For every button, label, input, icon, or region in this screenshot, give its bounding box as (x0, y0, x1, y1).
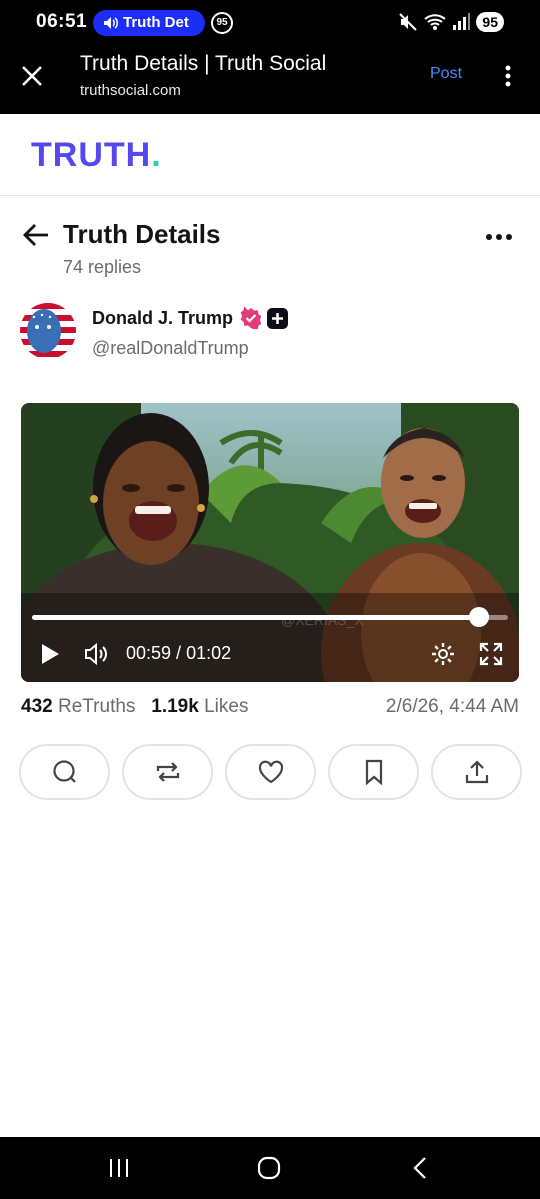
back-arrow-icon[interactable] (22, 222, 50, 248)
call-pill-label: Truth Det (123, 14, 189, 31)
post-stats: 432 ReTruths 1.19k Likes (21, 696, 248, 718)
speaker-icon (104, 17, 118, 29)
browser-page-title: Truth Details | Truth Social (80, 52, 327, 75)
logo-dot: . (151, 136, 162, 174)
likes-count[interactable]: 1.19k (151, 696, 199, 717)
share-icon (465, 760, 488, 784)
retruth-icon (156, 762, 179, 782)
video-duration: 01:02 (186, 643, 232, 663)
volume-icon[interactable] (84, 642, 110, 666)
nav-back-icon[interactable] (410, 1156, 430, 1180)
truth-plus-badge-icon (267, 308, 288, 329)
notification-badge: 95 (211, 12, 233, 34)
close-icon[interactable] (20, 64, 44, 88)
video-current-time: 00:59 (126, 643, 172, 663)
video-frame: @XERIAS_X (21, 403, 519, 682)
author-handle[interactable]: @realDonaldTrump (92, 338, 249, 359)
likes-label[interactable]: Likes (204, 696, 248, 717)
site-header: TRUTH. (0, 114, 540, 196)
signal-icon (453, 13, 471, 30)
status-bar: 06:51 Truth Det 95 95 (0, 0, 540, 44)
logo-text: TRUTH (31, 136, 152, 174)
system-nav-bar (0, 1137, 540, 1199)
custom-tab-toolbar: Truth Details | Truth Social truthsocial… (0, 44, 540, 114)
bookmark-icon (365, 759, 382, 785)
truth-logo[interactable]: TRUTH. (31, 136, 162, 175)
overflow-menu-icon[interactable] (500, 64, 516, 88)
fullscreen-icon[interactable] (479, 642, 503, 666)
post-timestamp: 2/6/26, 4:44 AM (385, 696, 519, 717)
status-time: 06:51 (36, 11, 88, 32)
page-title: Truth Details (63, 219, 221, 249)
wifi-icon (424, 14, 447, 30)
share-button[interactable] (431, 744, 522, 800)
retruths-label[interactable]: ReTruths (58, 696, 135, 717)
like-button[interactable] (225, 744, 316, 800)
reply-icon (52, 760, 76, 783)
video-seek-bar[interactable] (32, 607, 508, 627)
seek-bar-fill (32, 615, 480, 620)
mute-icon (399, 13, 418, 31)
verified-badge-icon (240, 307, 262, 329)
reply-button[interactable] (19, 744, 110, 800)
battery-level: 95 (476, 12, 504, 32)
settings-gear-icon[interactable] (431, 642, 455, 666)
avatar[interactable] (20, 303, 76, 359)
post-actions (19, 744, 522, 800)
video-time: 00:59 / 01:02 (126, 643, 232, 663)
video-player[interactable]: @XERIAS_X 00:59 / 01:02 (21, 403, 519, 682)
home-icon[interactable] (256, 1156, 282, 1180)
avatar-image (20, 303, 76, 359)
play-icon[interactable] (39, 643, 61, 665)
reply-count: 74 replies (63, 257, 142, 277)
ongoing-call-pill[interactable]: Truth Det (93, 10, 205, 36)
post-button[interactable]: Post (430, 65, 462, 83)
browser-url: truthsocial.com (80, 82, 181, 99)
retruth-button[interactable] (122, 744, 213, 800)
more-options-icon[interactable] (484, 232, 514, 242)
author-name[interactable]: Donald J. Trump (92, 308, 233, 329)
like-icon (258, 760, 283, 784)
retruths-count[interactable]: 432 (21, 696, 53, 717)
status-icons: 95 (398, 11, 504, 33)
bookmark-button[interactable] (328, 744, 419, 800)
recent-apps-icon[interactable] (108, 1157, 130, 1179)
